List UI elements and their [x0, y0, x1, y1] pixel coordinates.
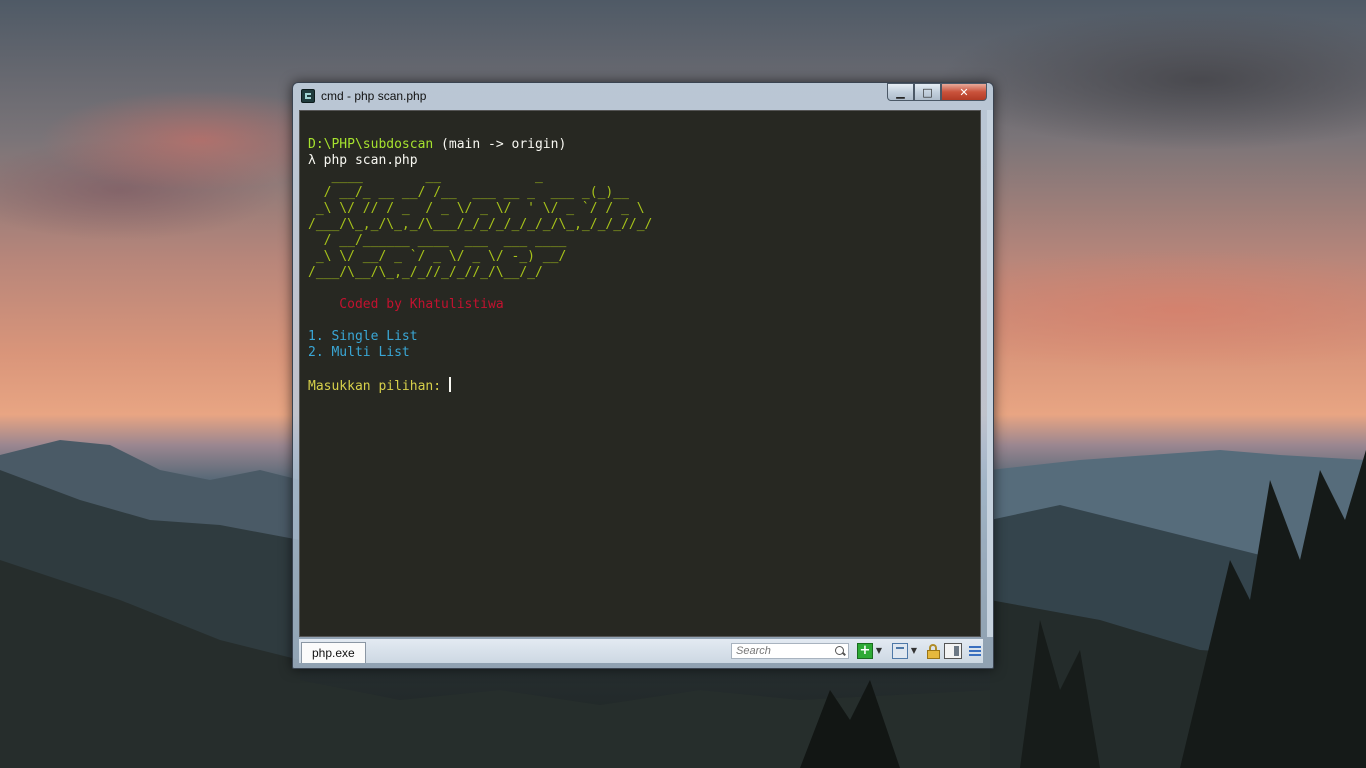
terminal-window[interactable]: cmd - php scan.php ▁ □ ✕ D:\PHP\subdosca…: [292, 82, 994, 669]
chevron-down-icon[interactable]: ▼: [910, 643, 918, 659]
menu-icon[interactable]: [967, 643, 983, 659]
input-line[interactable]: Masukkan pilihan:: [308, 377, 980, 394]
minimize-button[interactable]: ▁: [887, 83, 914, 101]
prompt-line: D:\PHP\subdoscan (main -> origin): [308, 137, 980, 153]
text-cursor: [448, 377, 451, 392]
window-title: cmd - php scan.php: [321, 89, 427, 103]
split-icon[interactable]: [892, 643, 908, 659]
search-icon[interactable]: [835, 646, 844, 655]
banner-line: _\ \/ // / _ / _ \/ _ \/ ' \/ _ `/ / _ \: [308, 201, 645, 216]
console-output[interactable]: D:\PHP\subdoscan (main -> origin) λ php …: [299, 110, 981, 637]
search-input[interactable]: Search: [731, 643, 849, 659]
command-line: λ php scan.php: [308, 153, 418, 168]
banner-line: /___/\__/\_,_/_//_/_//_/\__/_/: [308, 265, 543, 280]
input-prompt: Masukkan pilihan:: [308, 379, 449, 394]
prompt-branch: (main -> origin): [433, 137, 567, 152]
banner-line: / __/_ __ __/ /__ ___ __ _ ___ _(_)__: [308, 185, 629, 200]
scrollbar[interactable]: [987, 110, 993, 637]
banner-line: ____ __ _: [308, 169, 543, 184]
lock-icon[interactable]: [926, 643, 942, 659]
menu-option-multi: 2. Multi List: [308, 345, 410, 360]
banner-line: _\ \/ __/ _ `/ _ \/ _ \/ -_) __/: [308, 249, 567, 264]
banner-line: / __/______ ____ ___ ___ ____: [308, 233, 567, 248]
maximize-button[interactable]: □: [914, 83, 941, 101]
chevron-down-icon[interactable]: ▼: [875, 643, 883, 659]
add-icon[interactable]: +: [857, 643, 873, 659]
prompt-path: D:\PHP\subdoscan: [308, 137, 434, 152]
desktop-wallpaper: cmd - php scan.php ▁ □ ✕ D:\PHP\subdosca…: [0, 0, 1366, 768]
status-bar: php.exe Search + ▼ ▼: [299, 639, 983, 663]
menu-option-single: 1. Single List: [308, 329, 418, 344]
title-bar[interactable]: cmd - php scan.php ▁ □ ✕: [293, 83, 993, 109]
window-controls: ▁ □ ✕: [887, 83, 987, 101]
close-button[interactable]: ✕: [941, 83, 987, 101]
search-placeholder: Search: [736, 645, 771, 657]
view-icon[interactable]: [944, 643, 962, 659]
credit-line: Coded by Khatulistiwa: [308, 297, 504, 312]
banner-line: /___/\_,_/\_,_/\___/_/_/_/_/_/_/\_,_/_/_…: [308, 217, 653, 232]
tab-php-exe[interactable]: php.exe: [301, 642, 366, 663]
console-app-icon: [301, 89, 315, 103]
